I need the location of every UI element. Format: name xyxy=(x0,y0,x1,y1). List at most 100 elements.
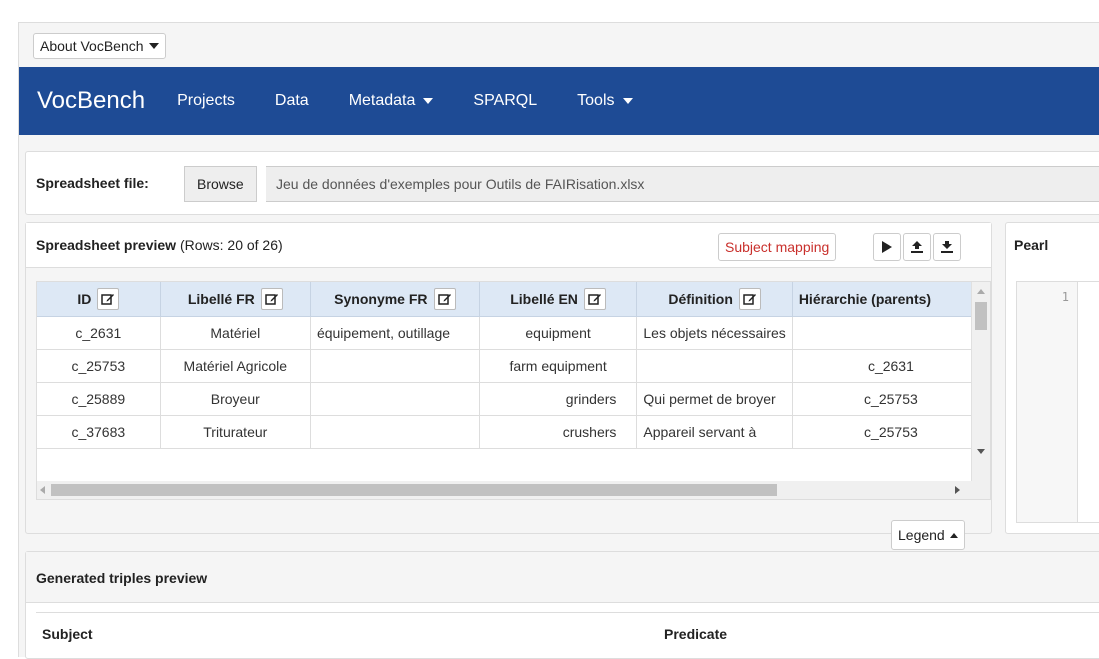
caret-down-icon xyxy=(148,43,159,49)
about-label: About VocBench xyxy=(40,38,144,54)
table-header-row: ID Libellé FR Synonyme FR Libellé EN Déf… xyxy=(37,282,990,317)
table-row[interactable]: c_2631 Matériel équipement, outillage eq… xyxy=(37,316,990,350)
column-label: Synonyme FR xyxy=(334,291,428,307)
nav-data-label: Data xyxy=(274,92,309,109)
nav-sparql[interactable]: SPARQL xyxy=(473,92,537,110)
column-header[interactable]: Définition xyxy=(636,282,793,317)
about-vocbench-button[interactable]: About VocBench xyxy=(33,33,166,59)
caret-up-icon xyxy=(949,532,958,538)
horizontal-scroll-thumb[interactable] xyxy=(51,484,777,496)
edit-icon[interactable] xyxy=(260,288,283,310)
scroll-right-icon[interactable] xyxy=(951,481,963,499)
line-number: 1 xyxy=(1061,290,1069,304)
table-cell: Broyeur xyxy=(160,382,311,416)
caret-down-icon xyxy=(423,98,434,104)
import-button[interactable] xyxy=(933,233,961,261)
horizontal-scrollbar[interactable] xyxy=(36,481,991,500)
preview-title: Spreadsheet preview (Rows: 20 of 26) xyxy=(36,237,283,253)
triples-header: Generated triples preview xyxy=(26,552,1099,603)
table-row[interactable]: c_25753 Matériel Agricole farm equipment… xyxy=(37,349,990,383)
triples-table: Subject Predicate xyxy=(36,612,1099,653)
column-label: Hiérarchie (parents) xyxy=(798,291,932,307)
vertical-scroll-thumb[interactable] xyxy=(975,302,987,330)
table-cell: c_2631 xyxy=(792,349,990,383)
preview-title-text: Spreadsheet preview xyxy=(36,237,177,253)
table-cell: c_25753 xyxy=(37,349,161,383)
nav-data[interactable]: Data xyxy=(275,92,309,110)
nav-tools[interactable]: Tools xyxy=(577,92,633,110)
table-cell: c_37683 xyxy=(37,415,161,449)
edit-icon[interactable] xyxy=(738,288,761,310)
table-cell: grinders xyxy=(479,382,638,416)
table-cell xyxy=(792,316,990,350)
table-cell: Matériel xyxy=(160,316,311,350)
rows-info: (Rows: 20 of 26) xyxy=(179,237,283,253)
table-cell: Triturateur xyxy=(160,415,311,449)
column-label: ID xyxy=(77,291,92,307)
spreadsheet-file-panel: Spreadsheet file: Browse Jeu de données … xyxy=(25,151,1099,215)
spreadsheet-preview-panel: Spreadsheet preview (Rows: 20 of 26) Sub… xyxy=(25,222,992,550)
table-cell: c_25753 xyxy=(792,382,990,416)
edit-icon[interactable] xyxy=(583,288,606,310)
scroll-up-icon[interactable] xyxy=(972,284,990,298)
pearl-panel: Pearl 1 xyxy=(1005,222,1099,534)
triples-column-subject: Subject xyxy=(42,626,93,642)
legend-label: Legend xyxy=(898,527,945,543)
table-cell: Matériel Agricole xyxy=(160,349,311,383)
table-cell: c_2631 xyxy=(37,316,161,350)
nav-projects-label: Projects xyxy=(177,92,235,109)
scroll-down-icon[interactable] xyxy=(972,444,990,458)
run-button[interactable] xyxy=(873,233,901,261)
table-cell: équipement, outillage xyxy=(310,316,480,350)
vertical-scrollbar[interactable] xyxy=(971,282,990,482)
column-label: Libellé EN xyxy=(510,291,578,307)
pearl-editor[interactable]: 1 xyxy=(1016,281,1099,523)
preview-header: Spreadsheet preview (Rows: 20 of 26) Sub… xyxy=(26,223,991,268)
column-header[interactable]: ID xyxy=(37,282,161,317)
triples-column-predicate: Predicate xyxy=(664,626,728,642)
nav-projects[interactable]: Projects xyxy=(177,92,235,110)
edit-icon[interactable] xyxy=(433,288,456,310)
scroll-left-icon[interactable] xyxy=(37,481,49,499)
nav-metadata[interactable]: Metadata xyxy=(349,92,434,110)
table-cell xyxy=(310,415,480,449)
line-gutter: 1 xyxy=(1017,282,1078,522)
export-button[interactable] xyxy=(903,233,931,261)
download-icon xyxy=(941,241,953,253)
table-cell xyxy=(310,349,480,383)
table-cell: equipment xyxy=(479,316,638,350)
generated-triples-panel: Generated triples preview Subject Predic… xyxy=(25,551,1099,659)
table-cell: c_25889 xyxy=(37,382,161,416)
table-cell xyxy=(636,349,793,383)
column-header[interactable]: Synonyme FR xyxy=(310,282,480,317)
triples-title: Generated triples preview xyxy=(36,570,208,586)
edit-icon[interactable] xyxy=(97,288,120,310)
file-name-field[interactable]: Jeu de données d'exemples pour Outils de… xyxy=(266,166,1099,202)
subject-mapping-button[interactable]: Subject mapping xyxy=(718,233,837,261)
table-cell: crushers xyxy=(479,415,638,449)
table-row[interactable]: c_37683 Triturateur crushers Appareil se… xyxy=(37,415,990,449)
preview-table[interactable]: ID Libellé FR Synonyme FR Libellé EN Déf… xyxy=(36,281,991,483)
spreadsheet-file-label: Spreadsheet file: xyxy=(36,175,149,191)
table-row[interactable]: c_25889 Broyeur grinders Qui permet de b… xyxy=(37,382,990,416)
column-label: Définition xyxy=(668,291,733,307)
browse-button[interactable]: Browse xyxy=(184,166,257,202)
pearl-title: Pearl xyxy=(1014,237,1049,253)
table-cell xyxy=(310,382,480,416)
upload-icon xyxy=(911,241,923,253)
table-cell: farm equipment xyxy=(479,349,638,383)
caret-down-icon xyxy=(622,98,633,104)
navbar: VocBench Projects Data Metadata SPARQL T… xyxy=(19,67,1099,135)
table-cell: c_25753 xyxy=(792,415,990,449)
nav-tools-label: Tools xyxy=(577,92,615,109)
column-header[interactable]: Hiérarchie (parents) xyxy=(792,282,990,317)
brand-logo[interactable]: VocBench xyxy=(37,87,145,115)
table-cell: Appareil servant à xyxy=(636,415,793,449)
play-icon xyxy=(882,241,892,253)
nav-metadata-label: Metadata xyxy=(348,92,416,109)
column-header[interactable]: Libellé FR xyxy=(160,282,311,317)
app-frame: About VocBench VocBench Projects Data Me… xyxy=(18,22,1099,659)
legend-button[interactable]: Legend xyxy=(891,520,965,550)
column-header[interactable]: Libellé EN xyxy=(479,282,638,317)
nav-sparql-label: SPARQL xyxy=(473,92,538,109)
